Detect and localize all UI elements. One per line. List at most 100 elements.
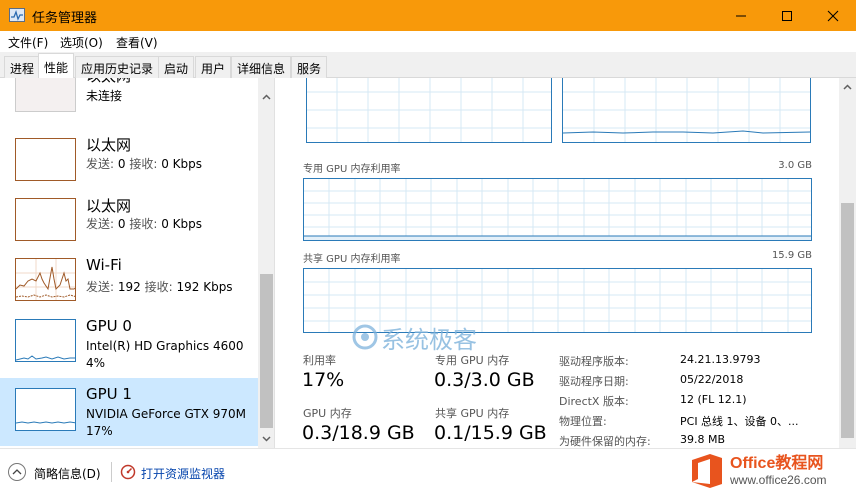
engine-graph-grid: [307, 78, 551, 142]
chevron-down-icon: [262, 435, 271, 442]
xitongjike-logo-icon: [352, 324, 378, 350]
menu-file[interactable]: 文件(F): [8, 34, 48, 51]
close-button[interactable]: [810, 0, 856, 31]
resource-throughput: 发送: 192 接收: 192 Kbps: [86, 278, 233, 295]
xitongjike-watermark: 系统极客: [352, 322, 477, 354]
tab-strip: 进程 性能 应用历史记录 启动 用户 详细信息 服务: [0, 52, 856, 79]
menu-view[interactable]: 查看(V): [116, 34, 158, 51]
resource-usage: 4%: [86, 356, 106, 370]
xitongjike-watermark-text: 系统极客: [381, 325, 477, 354]
resource-item-gpu-1[interactable]: GPU 1 NVIDIA GeForce GTX 970M 17%: [0, 378, 258, 446]
menu-options[interactable]: 选项(O): [60, 34, 103, 51]
title-bar[interactable]: 任务管理器: [0, 0, 856, 31]
directx-version-label: DirectX 版本:: [559, 395, 629, 408]
office-brand-text: Office教程网: [730, 454, 824, 472]
window-title: 任务管理器: [32, 11, 98, 26]
resource-thumbnail: [15, 258, 76, 301]
tab-startup[interactable]: 启动: [158, 56, 195, 78]
resource-item-wifi[interactable]: Wi-Fi 发送: 192 接收: 192 Kbps: [0, 252, 258, 312]
send-value: 192: [117, 280, 141, 294]
resource-thumbnail: [15, 319, 76, 362]
send-value: 0: [117, 157, 126, 171]
dedicated-memory-plot: [304, 179, 811, 240]
resource-monitor-icon: [120, 464, 136, 480]
maximize-button[interactable]: [764, 0, 810, 31]
scroll-up-arrow[interactable]: [839, 78, 856, 95]
receive-value: 192 Kbps: [176, 280, 233, 294]
resource-item-ethernet-disconnected[interactable]: 以太网 未连接: [0, 78, 258, 121]
utilization-value: 17%: [302, 369, 345, 391]
tab-details[interactable]: 详细信息: [231, 56, 292, 78]
receive-label: 接收:: [144, 280, 173, 294]
maximize-icon: [782, 10, 792, 21]
tab-performance[interactable]: 性能: [38, 53, 75, 79]
send-label: 发送:: [86, 280, 115, 294]
gpu-memory-label: GPU 内存: [303, 407, 352, 420]
send-label: 发送:: [86, 217, 115, 231]
office-logo-icon: [692, 454, 722, 488]
tab-users[interactable]: 用户: [195, 56, 232, 78]
resource-thumbnail: [15, 198, 76, 241]
resource-name: 以太网: [86, 136, 132, 154]
driver-date-value: 05/22/2018: [680, 373, 744, 386]
gpu-detail-pane: 专用 GPU 内存利用率 3.0 GB 共享 GPU 内存利用率 15.9 GB: [276, 78, 839, 448]
dedicated-memory-label: 专用 GPU 内存利用率: [303, 164, 401, 175]
utilization-label: 利用率: [303, 354, 336, 367]
resource-name: Wi-Fi: [86, 256, 122, 274]
dedicated-memory-graph: [303, 178, 812, 241]
hardware-reserved-memory-label: 为硬件保留的内存:: [559, 435, 651, 448]
task-manager-app-icon: [9, 8, 25, 22]
dedicated-memory-max: 3.0 GB: [778, 160, 812, 171]
chevron-up-icon: [843, 83, 852, 90]
office26-watermark: Office教程网 www.office26.com: [688, 449, 852, 493]
receive-label: 接收:: [129, 157, 158, 171]
gpu-memory-value: 0.3/18.9 GB: [302, 422, 415, 444]
shared-memory-stat-value: 0.1/15.9 GB: [434, 422, 547, 444]
chevron-up-icon: [262, 93, 271, 100]
driver-version-value: 24.21.13.9793: [680, 353, 761, 366]
resource-thumbnail: [15, 138, 76, 181]
chevron-up-icon: [12, 469, 22, 475]
receive-label: 接收:: [129, 217, 158, 231]
resource-list-scrollbar[interactable]: [258, 78, 274, 448]
footer-divider: [111, 462, 112, 482]
driver-date-label: 驱动程序日期:: [559, 375, 629, 388]
minimize-button[interactable]: [718, 0, 764, 31]
physical-location-value: PCI 总线 1、设备 0、...: [680, 415, 799, 428]
receive-value: 0 Kbps: [161, 157, 203, 171]
fewer-details-link[interactable]: 简略信息(D): [34, 465, 101, 482]
resource-model: NVIDIA GeForce GTX 970M: [86, 407, 246, 421]
resource-item-ethernet-2[interactable]: 以太网 发送: 0 接收: 0 Kbps: [0, 191, 258, 251]
shared-memory-label: 共享 GPU 内存利用率: [303, 254, 401, 265]
close-icon: [827, 10, 839, 21]
resource-model: Intel(R) HD Graphics 4600: [86, 339, 244, 353]
wifi-activity-graph: [16, 259, 75, 300]
resource-item-ethernet-1[interactable]: 以太网 发送: 0 接收: 0 Kbps: [0, 130, 258, 190]
gpu-engine-graph-1: [306, 78, 552, 143]
send-value: 0: [117, 217, 126, 231]
send-label: 发送:: [86, 157, 115, 171]
resource-thumbnail: [15, 78, 76, 112]
scroll-thumb[interactable]: [260, 274, 273, 428]
resource-list: 以太网 未连接 以太网 发送: 0 接收: 0 Kbps 以太网 发送: 0 接…: [0, 78, 275, 448]
scroll-up-arrow[interactable]: [258, 88, 274, 105]
tab-services[interactable]: 服务: [291, 56, 328, 78]
shared-memory-stat-label: 共享 GPU 内存: [435, 407, 510, 420]
resource-thumbnail: [15, 388, 76, 431]
resource-name: GPU 1: [86, 385, 132, 403]
gpu-engine-graph-2: [562, 78, 811, 143]
scroll-thumb[interactable]: [841, 203, 854, 438]
resource-item-gpu-0[interactable]: GPU 0 Intel(R) HD Graphics 4600 4%: [0, 313, 258, 373]
engine-graph-grid: [563, 78, 810, 142]
tab-processes[interactable]: 进程: [4, 56, 41, 78]
receive-value: 0 Kbps: [161, 217, 203, 231]
collapse-button[interactable]: [8, 463, 26, 481]
tab-app-history[interactable]: 应用历史记录: [75, 56, 160, 78]
gpu1-activity-graph: [16, 421, 75, 424]
shared-memory-max: 15.9 GB: [771, 250, 812, 261]
dedicated-memory-stat-value: 0.3/3.0 GB: [434, 369, 535, 391]
scroll-down-arrow[interactable]: [258, 430, 274, 447]
detail-pane-scrollbar[interactable]: [839, 78, 856, 448]
directx-version-value: 12 (FL 12.1): [680, 393, 747, 406]
open-resource-monitor-link[interactable]: 打开资源监视器: [141, 465, 225, 482]
